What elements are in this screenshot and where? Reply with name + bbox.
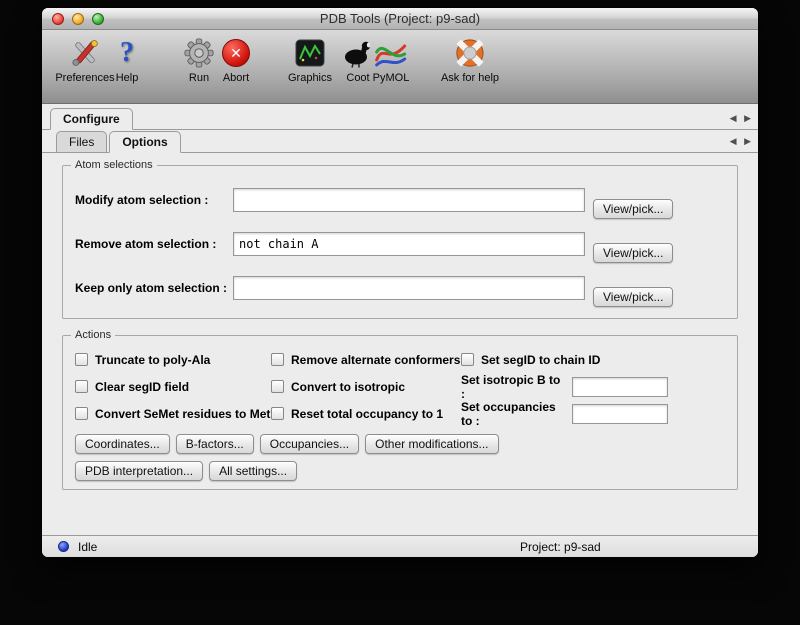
keep-only-view-pick-button[interactable]: View/pick... (593, 287, 673, 307)
tab-scroll-arrows: ◀ ▶ (725, 113, 751, 124)
toolbar-item-graphics[interactable]: Graphics (288, 35, 332, 84)
set-occupancies-field: Set occupancies to : (461, 400, 725, 427)
clear-segid-field-checkbox[interactable] (75, 380, 88, 393)
checkbox-label: Truncate to poly-Ala (95, 353, 210, 367)
remove-view-pick-button[interactable]: View/pick... (593, 243, 673, 263)
set-isotropic-b-label: Set isotropic B to : (461, 373, 565, 401)
toolbar-item-run[interactable]: Run (184, 35, 214, 84)
convert-to-isotropic-checkbox[interactable] (271, 380, 284, 393)
run-gear-icon (184, 35, 214, 71)
clear-segid-field-option: Clear segID field (75, 373, 271, 400)
keep-only-atom-selection-input[interactable] (233, 276, 585, 300)
set-occupancies-input[interactable] (572, 404, 668, 424)
modify-atom-selection-input[interactable] (233, 188, 585, 212)
toolbar-item-label: Run (189, 72, 209, 84)
minimize-button[interactable] (72, 13, 84, 25)
occupancies-button[interactable]: Occupancies... (260, 434, 359, 454)
set-occupancies-label: Set occupancies to : (461, 400, 565, 428)
checkbox-label: Reset total occupancy to 1 (291, 407, 443, 421)
remove-atom-selection-row: Remove atom selection : View/pick... (75, 222, 725, 266)
keep-only-atom-selection-row: Keep only atom selection : View/pick... (75, 266, 725, 310)
checkbox-label: Clear segID field (95, 380, 189, 394)
toolbar-item-help[interactable]: ? Help (116, 35, 139, 84)
truncate-poly-ala-checkbox[interactable] (75, 353, 88, 366)
set-isotropic-b-input[interactable] (572, 377, 668, 397)
convert-to-isotropic-option: Convert to isotropic (271, 373, 461, 400)
toolbar-item-label: Preferences (55, 72, 114, 84)
tab-scroll-right-icon[interactable]: ▶ (744, 136, 751, 146)
remove-alternate-conformers-option: Remove alternate conformers (271, 346, 461, 373)
close-button[interactable] (52, 13, 64, 25)
actions-button-row-2: PDB interpretation... All settings... (75, 461, 725, 481)
remove-atom-selection-label: Remove atom selection : (75, 237, 233, 251)
status-bar: Idle Project: p9-sad (42, 535, 758, 557)
remove-atom-selection-input[interactable] (233, 232, 585, 256)
coot-bird-icon (341, 35, 375, 71)
checkbox-label: Convert SeMet residues to Met (95, 407, 270, 421)
toolbar-item-label: Abort (223, 72, 249, 84)
graphics-display-icon (295, 35, 325, 71)
tab-scroll-left-icon[interactable]: ◀ (730, 136, 737, 146)
status-text: Idle (78, 540, 97, 554)
reset-total-occupancy-option: Reset total occupancy to 1 (271, 400, 461, 427)
files-options-tab-bar: Files Options ◀ ▶ (42, 130, 758, 153)
tab-files[interactable]: Files (56, 131, 107, 153)
coordinates-button[interactable]: Coordinates... (75, 434, 170, 454)
tab-scroll-left-icon[interactable]: ◀ (730, 113, 737, 123)
truncate-poly-ala-option: Truncate to poly-Ala (75, 346, 271, 373)
b-factors-button[interactable]: B-factors... (176, 434, 254, 454)
toolbar-item-ask-for-help[interactable]: Ask for help (441, 35, 499, 84)
preferences-tools-icon (69, 35, 101, 71)
checkbox-label: Convert to isotropic (291, 380, 405, 394)
set-segid-to-chain-id-checkbox[interactable] (461, 353, 474, 366)
pymol-ribbon-icon (374, 35, 408, 71)
toolbar-item-label: PyMOL (373, 72, 410, 84)
toolbar-item-coot[interactable]: Coot (341, 35, 375, 84)
zoom-button[interactable] (92, 13, 104, 25)
configure-tab-bar: Configure ◀ ▶ (42, 104, 758, 130)
set-segid-to-chain-id-option: Set segID to chain ID (461, 346, 725, 373)
modify-atom-selection-label: Modify atom selection : (75, 193, 233, 207)
toolbar-item-label: Graphics (288, 72, 332, 84)
toolbar-item-label: Ask for help (441, 72, 499, 84)
window-title: PDB Tools (Project: p9-sad) (320, 11, 480, 26)
tab-scroll-right-icon[interactable]: ▶ (744, 113, 751, 123)
toolbar-item-pymol[interactable]: PyMOL (373, 35, 410, 84)
toolbar-item-label: Coot (346, 72, 369, 84)
titlebar: PDB Tools (Project: p9-sad) (42, 8, 758, 30)
lifebuoy-icon (455, 35, 485, 71)
other-modifications-button[interactable]: Other modifications... (365, 434, 498, 454)
set-isotropic-b-field: Set isotropic B to : (461, 373, 725, 400)
toolbar-item-abort[interactable]: ✕ Abort (222, 35, 250, 84)
modify-atom-selection-row: Modify atom selection : View/pick... (75, 178, 725, 222)
atom-selections-group: Atom selections Modify atom selection : … (62, 165, 738, 319)
tab-options[interactable]: Options (109, 131, 180, 153)
atom-selections-group-title: Atom selections (71, 158, 157, 172)
toolbar-item-preferences[interactable]: Preferences (55, 35, 114, 84)
checkbox-label: Set segID to chain ID (481, 353, 600, 367)
status-indicator-icon (58, 541, 69, 552)
keep-only-atom-selection-label: Keep only atom selection : (75, 281, 233, 295)
actions-checkbox-grid: Truncate to poly-Ala Remove alternate co… (75, 346, 725, 427)
window-controls (52, 13, 104, 25)
pdb-interpretation-button[interactable]: PDB interpretation... (75, 461, 203, 481)
actions-group: Actions Truncate to poly-Ala Remove alte… (62, 335, 738, 490)
abort-icon: ✕ (222, 35, 250, 71)
tab-configure[interactable]: Configure (50, 108, 133, 130)
help-question-icon: ? (120, 35, 134, 71)
convert-semet-option: Convert SeMet residues to Met (75, 400, 271, 427)
modify-view-pick-button[interactable]: View/pick... (593, 199, 673, 219)
toolbar: Preferences ? Help (42, 30, 758, 104)
reset-total-occupancy-checkbox[interactable] (271, 407, 284, 420)
app-window: PDB Tools (Project: p9-sad) Preferences … (42, 8, 758, 557)
actions-group-title: Actions (71, 328, 115, 342)
actions-button-row-1: Coordinates... B-factors... Occupancies.… (75, 434, 725, 454)
checkbox-label: Remove alternate conformers (291, 353, 460, 367)
toolbar-item-label: Help (116, 72, 139, 84)
tab-scroll-arrows: ◀ ▶ (725, 136, 751, 147)
convert-semet-checkbox[interactable] (75, 407, 88, 420)
remove-alternate-conformers-checkbox[interactable] (271, 353, 284, 366)
all-settings-button[interactable]: All settings... (209, 461, 297, 481)
project-label: Project: p9-sad (520, 540, 601, 554)
